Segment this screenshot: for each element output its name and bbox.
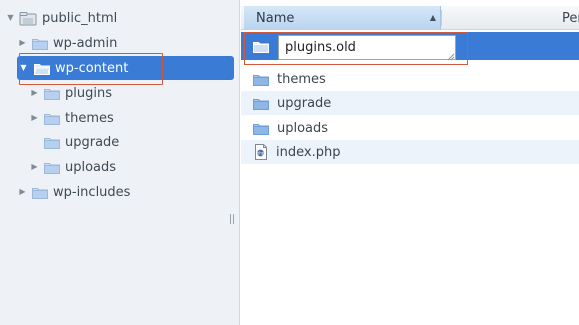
column-divider[interactable]	[441, 10, 442, 26]
tree-item-wp-includes[interactable]: ▶ wp-includes	[0, 180, 240, 204]
list-item[interactable]: upgrade	[241, 91, 579, 115]
file-list-panel: Name ▲ Per themes upgrade	[241, 0, 579, 325]
folder-icon	[44, 112, 60, 125]
folder-icon	[32, 37, 48, 50]
tree-item-uploads[interactable]: ▶ uploads	[0, 155, 240, 179]
tree-item-plugins[interactable]: ▶ plugins	[0, 81, 240, 105]
tree-item-wp-admin[interactable]: ▶ wp-admin	[0, 31, 240, 55]
folder-icon	[44, 136, 60, 149]
php-file-icon: php	[254, 144, 268, 160]
folder-icon	[44, 87, 60, 100]
list-item-label: index.php	[276, 144, 341, 160]
panel-resize-handle[interactable]	[229, 214, 235, 226]
folder-icon	[253, 73, 269, 86]
column-header-label: Name	[256, 10, 295, 26]
expand-right-icon[interactable]: ▶	[30, 89, 39, 98]
expand-down-icon[interactable]: ▼	[6, 14, 15, 23]
list-item-label: upgrade	[277, 95, 332, 111]
folder-icon	[253, 122, 269, 135]
expand-right-icon[interactable]: ▶	[18, 188, 27, 197]
list-item-renaming[interactable]	[241, 32, 579, 61]
tree-item-label: plugins	[65, 85, 112, 101]
tree-item-label: themes	[65, 110, 114, 126]
list-header: Name ▲ Per	[241, 6, 579, 30]
folder-icon	[44, 161, 60, 174]
expand-down-icon[interactable]: ▼	[19, 64, 28, 73]
column-header-name[interactable]: Name ▲	[244, 6, 441, 30]
folder-icon	[32, 186, 48, 199]
folder-icon	[253, 40, 269, 53]
tree-item-label: wp-admin	[53, 35, 118, 51]
column-header-permissions[interactable]: Per	[562, 6, 579, 30]
expand-right-icon[interactable]: ▶	[30, 163, 39, 172]
tree-item-upgrade[interactable]: upgrade	[0, 130, 240, 154]
list-item[interactable]: php index.php	[241, 140, 579, 164]
tree-root-public-html[interactable]: ▼ public_html	[0, 6, 240, 30]
home-folder-icon	[19, 11, 37, 26]
folder-icon	[253, 97, 269, 110]
expand-right-icon[interactable]: ▶	[30, 114, 39, 123]
open-folder-icon	[34, 62, 50, 75]
tree-item-label: wp-content	[55, 60, 129, 76]
svg-text:php: php	[257, 151, 265, 156]
tree-item-themes[interactable]: ▶ themes	[0, 106, 240, 130]
tree-item-label: wp-includes	[53, 184, 131, 200]
sort-ascending-icon: ▲	[429, 13, 436, 22]
tree-item-label: uploads	[65, 159, 117, 175]
tree-item-wp-content[interactable]: ▼ wp-content	[17, 56, 234, 80]
expand-right-icon[interactable]: ▶	[18, 39, 27, 48]
column-header-label: Per	[562, 10, 579, 26]
rename-input[interactable]	[278, 35, 456, 60]
tree-item-label: upgrade	[65, 134, 120, 150]
tree-item-label: public_html	[42, 10, 118, 26]
list-item-label: themes	[277, 71, 326, 87]
list-item-label: uploads	[277, 120, 329, 136]
list-item[interactable]: themes	[241, 67, 579, 91]
folder-tree-panel: ▼ public_html ▶ wp-admin ▼ wp-content ▶	[0, 0, 240, 325]
list-item[interactable]: uploads	[241, 116, 579, 140]
